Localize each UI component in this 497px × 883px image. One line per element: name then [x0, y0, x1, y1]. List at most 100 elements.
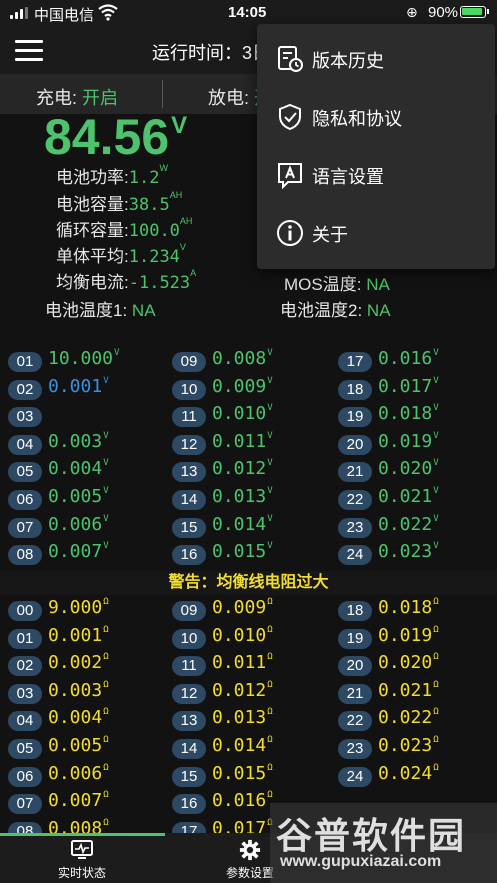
resistance-value: 0.011Ω: [212, 652, 273, 673]
resistance-unit: Ω: [433, 735, 439, 745]
resistance-value: 0.003Ω: [48, 680, 109, 701]
cell-index-badge: 19: [338, 407, 372, 428]
cell-voltage-unit: V: [433, 403, 439, 414]
cell-voltage-unit: V: [267, 513, 273, 524]
resistance-value: 0.001Ω: [48, 625, 109, 646]
cell-voltage-value: 0.012V: [212, 458, 273, 479]
resistance-index-badge: 18: [338, 601, 372, 621]
resistance-index-badge: 24: [338, 766, 372, 787]
cell-voltage-number: 0.008: [212, 348, 267, 369]
cell-voltage-value: 0.014V: [212, 514, 273, 535]
cell-voltage-value: 0.007V: [48, 541, 109, 562]
cell-index-badge: 02: [8, 379, 42, 400]
capacity-value: 38.5: [128, 195, 170, 215]
resistance-unit: Ω: [433, 679, 439, 690]
cycle-value: 100.0: [128, 221, 180, 241]
cell-index-badge: 06: [8, 490, 42, 510]
temp1-label: 电池温度1:: [45, 301, 128, 320]
cell-voltage-unit: V: [103, 375, 109, 386]
menu-hamburger-icon[interactable]: [15, 40, 43, 62]
resistance-unit: Ω: [267, 762, 273, 773]
cell-voltage-unit: V: [267, 348, 273, 358]
cell-voltage-unit: V: [267, 403, 273, 414]
resistance-unit: Ω: [103, 679, 109, 690]
resistance-index-badge: 05: [8, 739, 42, 759]
resistance-value: 0.015Ω: [212, 763, 273, 784]
charge-status[interactable]: 充电: 开启: [36, 84, 118, 110]
rotation-lock-icon: ⊕: [406, 4, 418, 20]
menu-item-version-history[interactable]: 版本历史: [257, 30, 495, 87]
resistance-index-badge: 01: [8, 628, 42, 649]
resistance-unit: Ω: [103, 735, 109, 745]
menu-item-privacy[interactable]: 隐私和协议: [257, 88, 495, 145]
resistance-number: 0.003: [48, 679, 103, 701]
cell-index-badge: 12: [172, 434, 206, 455]
battery-percent: 90%: [428, 4, 459, 21]
cell-voltage-number: 0.018: [378, 403, 433, 425]
cell-voltage-value: 0.010V: [212, 403, 273, 424]
resistance-index-badge: 04: [8, 711, 42, 732]
resistance-value: 9.000Ω: [48, 597, 109, 618]
menu-item-language[interactable]: 语言设置: [257, 146, 495, 203]
resistance-unit: Ω: [267, 735, 273, 745]
cell-voltage-unit: V: [103, 513, 109, 524]
resistance-number: 0.016: [212, 790, 267, 812]
resistance-value: 0.024Ω: [378, 763, 439, 784]
avg-row: 单体平均:1.234V: [56, 242, 186, 267]
resistance-unit: Ω: [267, 624, 273, 635]
cell-voltage-unit: V: [103, 458, 109, 469]
mos-temp-row: MOS温度: NA: [284, 270, 390, 295]
menu-item-about[interactable]: 关于: [257, 204, 495, 261]
cell-voltage-number: 0.011: [212, 430, 267, 452]
cell-voltage-value: 0.008V: [212, 348, 273, 369]
cell-index-badge: 20: [338, 434, 372, 455]
info-icon: [277, 220, 303, 246]
cell-voltage-number: 10.000: [48, 348, 114, 369]
resistance-value: 0.020Ω: [378, 652, 439, 673]
balance-row: 均衡电流:-1.523A: [56, 268, 196, 293]
cell-voltage-unit: V: [433, 458, 439, 469]
cell-voltage-value: 0.021V: [378, 486, 439, 507]
wifi-icon: [98, 4, 118, 21]
resistance-number: 0.004: [48, 707, 103, 729]
cell-voltage-unit: V: [103, 541, 109, 552]
resistance-value: 0.017Ω: [212, 818, 273, 833]
cell-voltage-value: 0.004V: [48, 458, 109, 479]
cell-index-badge: 15: [172, 517, 206, 538]
resistance-index-badge: 20: [338, 656, 372, 677]
cell-index-badge: 21: [338, 462, 372, 483]
cell-voltage-value: 0.009V: [212, 376, 273, 397]
discharge-label: 放电:: [208, 88, 250, 108]
carrier-name: 中国电信: [34, 7, 95, 24]
resistance-value: 0.013Ω: [212, 707, 273, 728]
mos-temp-label: MOS温度:: [284, 275, 362, 294]
resistance-value: 0.007Ω: [48, 790, 109, 811]
resistance-index-badge: 17: [172, 821, 206, 833]
resistance-number: 0.019: [378, 624, 433, 646]
cell-voltage-unit: V: [267, 458, 273, 469]
overflow-menu: 版本历史 隐私和协议 语言设置 关于: [257, 24, 495, 269]
cell-voltage-value: 0.019V: [378, 431, 439, 452]
resistance-value: 0.021Ω: [378, 680, 439, 701]
resistance-unit: Ω: [267, 597, 273, 607]
resistance-unit: Ω: [433, 652, 439, 663]
cell-index-badge: 17: [338, 352, 372, 372]
resistance-value: 0.002Ω: [48, 652, 109, 673]
resistance-number: 0.012: [212, 679, 267, 701]
clock: 14:05: [228, 4, 267, 21]
resistance-index-badge: 19: [338, 628, 372, 649]
cell-voltage-value: 0.018V: [378, 403, 439, 424]
runtime-label: 运行时间：3日: [152, 43, 271, 63]
resistance-unit: Ω: [433, 597, 439, 607]
balance-unit: A: [190, 268, 197, 278]
resistance-unit: Ω: [103, 624, 109, 635]
signal-icon: [10, 7, 28, 19]
resistance-number: 0.009: [212, 597, 267, 618]
resistance-number: 9.000: [48, 597, 103, 618]
resistance-unit: Ω: [267, 707, 273, 718]
cell-voltage-unit: V: [433, 513, 439, 524]
tab-realtime[interactable]: 实时状态: [50, 839, 114, 881]
tab-realtime-label: 实时状态: [57, 866, 106, 880]
cell-voltage-value: 0.016V: [378, 348, 439, 369]
cell-index-badge: 07: [8, 517, 42, 538]
